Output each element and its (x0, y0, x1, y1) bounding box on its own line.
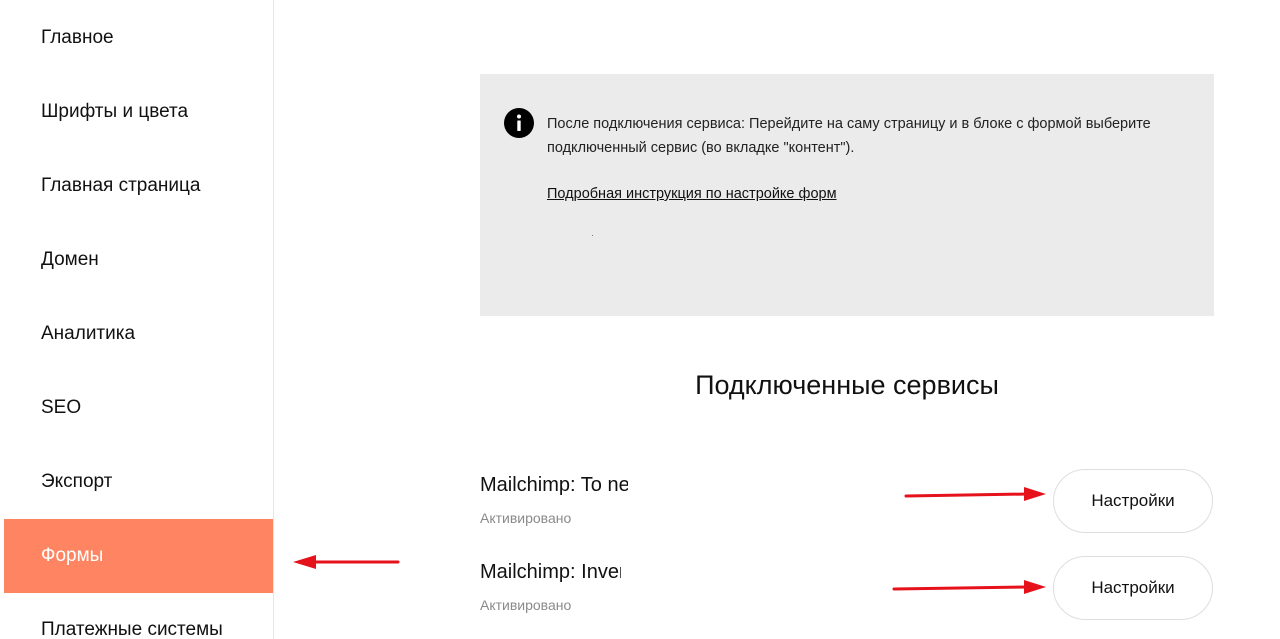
arrow-right-icon (904, 487, 1046, 501)
annotation-arrows (293, 487, 1046, 594)
arrow-right-icon (892, 580, 1046, 594)
arrow-left-icon (293, 555, 400, 569)
